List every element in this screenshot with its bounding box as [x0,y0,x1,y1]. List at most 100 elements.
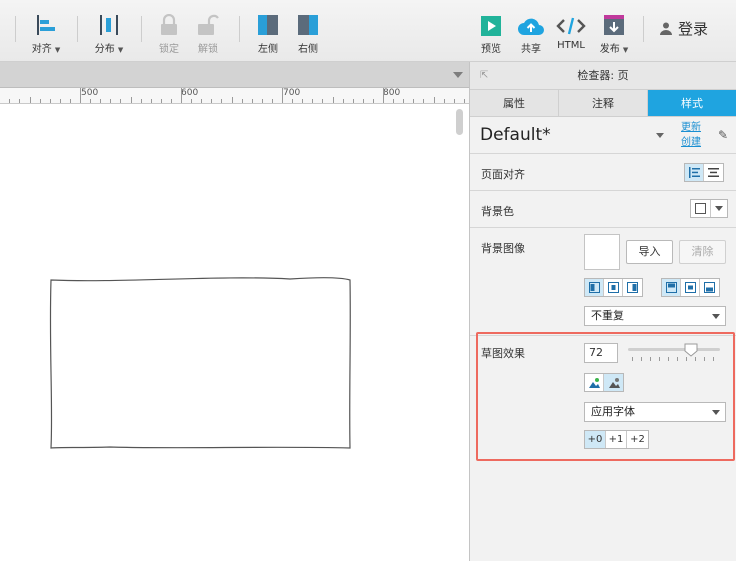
ruler-tick [292,99,293,103]
ruler-tick [161,99,162,103]
login-label: 登录 [678,20,709,38]
play-icon [481,16,501,36]
clear-button[interactable]: 清除 [679,240,726,264]
distribute-label: 分布 [94,44,115,55]
ruler-mark: 700 [283,88,301,98]
share-button[interactable]: 共享 [516,12,546,56]
align-label: 对齐 [31,44,52,55]
code-icon [556,17,586,35]
lock-button[interactable]: 锁定 [154,12,184,56]
bg-color-label: 背景色 [481,205,514,218]
sketch-rectangle[interactable] [0,105,469,561]
repeat-select[interactable]: 不重复 [584,306,726,326]
ruler-tick [181,88,182,103]
ruler-tick [363,99,364,103]
import-button[interactable]: 导入 [626,240,673,264]
ruler-tick [80,88,81,103]
ruler-tick [423,99,424,103]
style-dropdown-icon[interactable] [656,133,664,138]
ruler-mark: 600 [181,88,199,98]
publish-label: 发布 [599,44,620,55]
dock-right-label: 右侧 [298,44,318,55]
align-middle-icon [684,282,696,293]
chevron-down-icon: ▼ [54,46,61,54]
ruler-tick [242,99,243,103]
distribute-button[interactable]: 分布 ▼ [90,12,128,56]
unlock-icon [198,14,219,35]
ruler-tick [444,99,445,103]
create-style-link[interactable]: 创建 [681,135,701,150]
bg-image-align-h [584,278,643,297]
page-menu-dropdown-icon[interactable] [453,72,463,78]
image-align-right-option[interactable] [623,279,642,296]
chevron-down-icon [711,200,727,217]
preview-button[interactable]: 预览 [477,12,505,56]
tab-notes[interactable]: 注释 [559,90,648,116]
html-button[interactable]: HTML [555,12,587,56]
update-style-link[interactable]: 更新 [681,120,701,135]
page-align-label: 页面对齐 [481,168,525,181]
ruler-tick [252,99,253,103]
ruler-tick [393,99,394,103]
cloud-upload-icon [518,18,544,35]
align-icon [37,15,55,35]
inspector-title: 检查器: 页 [577,69,629,82]
canvas-tab-bar [0,62,469,88]
ruler-tick [343,99,344,103]
color-swatch [691,200,711,217]
collapse-arrow-icon[interactable]: ⇱ [480,62,488,90]
image-align-top-option[interactable] [662,279,681,296]
chevron-down-icon: ▼ [117,46,124,54]
tab-style[interactable]: 样式 [648,90,736,116]
align-right-icon [627,282,638,293]
dock-left-button[interactable]: 左侧 [254,12,282,56]
ruler-tick [201,99,202,103]
ruler-tick [413,99,414,103]
inspector-tabs: 属性 注释 样式 [470,90,736,117]
lock-icon [161,14,177,35]
align-left-icon [688,167,700,178]
distribute-icon [100,15,118,35]
vertical-scrollbar[interactable] [456,109,463,135]
ruler-tick [120,99,121,103]
image-align-middle-option[interactable] [681,279,700,296]
align-center-option[interactable] [704,164,723,181]
toolbar-separator [15,16,16,42]
ruler-tick [70,99,71,103]
unlock-button[interactable]: 解锁 [192,12,224,56]
ruler-tick [282,88,283,103]
ruler-tick [40,99,41,103]
align-left-option[interactable] [685,164,704,181]
dock-right-button[interactable]: 右侧 [294,12,322,56]
image-align-center-option[interactable] [604,279,623,296]
tab-properties[interactable]: 属性 [470,90,559,116]
ruler-tick [90,99,91,103]
ruler-tick [322,99,323,103]
ruler-tick [191,99,192,103]
login-button[interactable]: 登录 [660,18,708,39]
publish-button[interactable]: 发布 ▼ [598,12,630,56]
ruler-tick [353,99,354,103]
ruler-tick [131,97,132,103]
chevron-down-icon: ▼ [622,46,629,54]
ruler-tick [211,99,212,103]
unlock-label: 解锁 [198,44,218,55]
image-align-bottom-option[interactable] [700,279,719,296]
align-button[interactable]: 对齐 ▼ [28,12,64,56]
image-align-left-option[interactable] [585,279,604,296]
repeat-value: 不重复 [591,309,624,322]
ruler-tick [403,99,404,103]
ruler-tick [232,97,233,103]
preview-label: 预览 [481,44,501,55]
dock-left-label: 左侧 [258,44,278,55]
bg-color-picker[interactable] [690,199,728,218]
dock-left-icon [258,15,278,35]
ruler-tick [302,99,303,103]
edit-style-icon[interactable]: ✎ [718,128,728,142]
sketch-effect-highlight [476,332,735,461]
ruler-tick [312,99,313,103]
ruler-tick [151,99,152,103]
ruler-mark: 800 [383,88,401,98]
ruler-tick [383,88,384,103]
design-canvas[interactable] [0,105,469,561]
